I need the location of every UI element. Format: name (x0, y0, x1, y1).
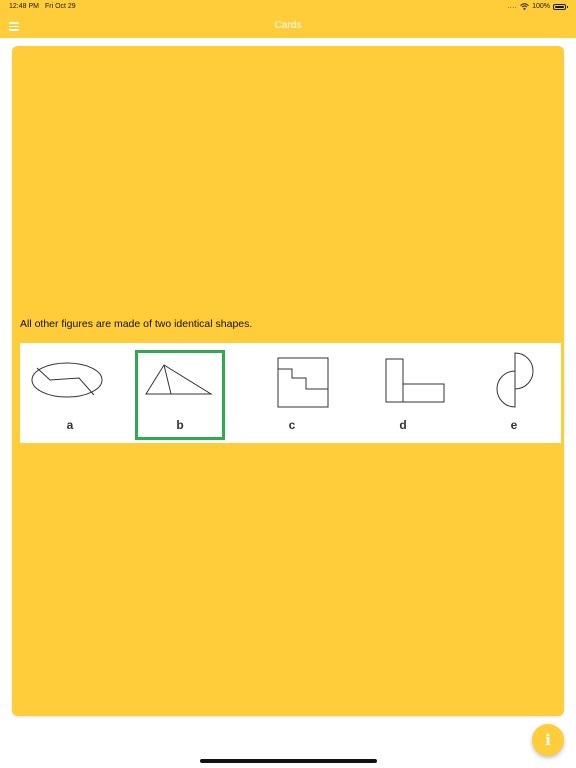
option-label-a: a (66, 418, 74, 432)
answer-options-strip: a b c d e (20, 343, 561, 443)
option-label-b: b (176, 418, 184, 432)
status-left: 12:48 PM Fri Oct 29 (9, 3, 76, 10)
top-bar: 12:48 PM Fri Oct 29 .... 100% Cards (0, 0, 576, 38)
option-label-e: e (510, 418, 518, 432)
stepped-square-figure (277, 357, 329, 408)
status-right: .... 100% (507, 3, 568, 10)
wifi-icon (520, 3, 529, 10)
app-screen: 12:48 PM Fri Oct 29 .... 100% Cards All … (0, 0, 576, 768)
explanation-text: All other figures are made of two identi… (20, 318, 253, 330)
option-d[interactable]: d (353, 343, 453, 443)
status-bar: 12:48 PM Fri Oct 29 .... 100% (0, 0, 576, 14)
option-a[interactable]: a (20, 343, 120, 443)
home-indicator (200, 759, 377, 763)
option-b[interactable]: b (130, 343, 230, 443)
nav-bar: Cards (0, 14, 576, 38)
status-time: 12:48 PM (9, 3, 39, 10)
question-card: All other figures are made of two identi… (12, 46, 564, 716)
option-label-d: d (399, 418, 407, 432)
triangle-split-figure (145, 364, 213, 395)
battery-icon (553, 3, 568, 10)
option-label-c: c (288, 418, 296, 432)
half-circles-figure (496, 352, 534, 408)
ellipse-split-figure (31, 362, 103, 398)
l-rectangles-figure (385, 358, 445, 403)
option-e[interactable]: e (464, 343, 564, 443)
option-c[interactable]: c (242, 343, 342, 443)
status-date: Fri Oct 29 (44, 3, 76, 10)
info-icon[interactable]: i (532, 724, 564, 756)
battery-percentage: 100% (532, 3, 550, 10)
signal-dots: .... (507, 3, 518, 10)
page-title: Cards (274, 20, 302, 31)
